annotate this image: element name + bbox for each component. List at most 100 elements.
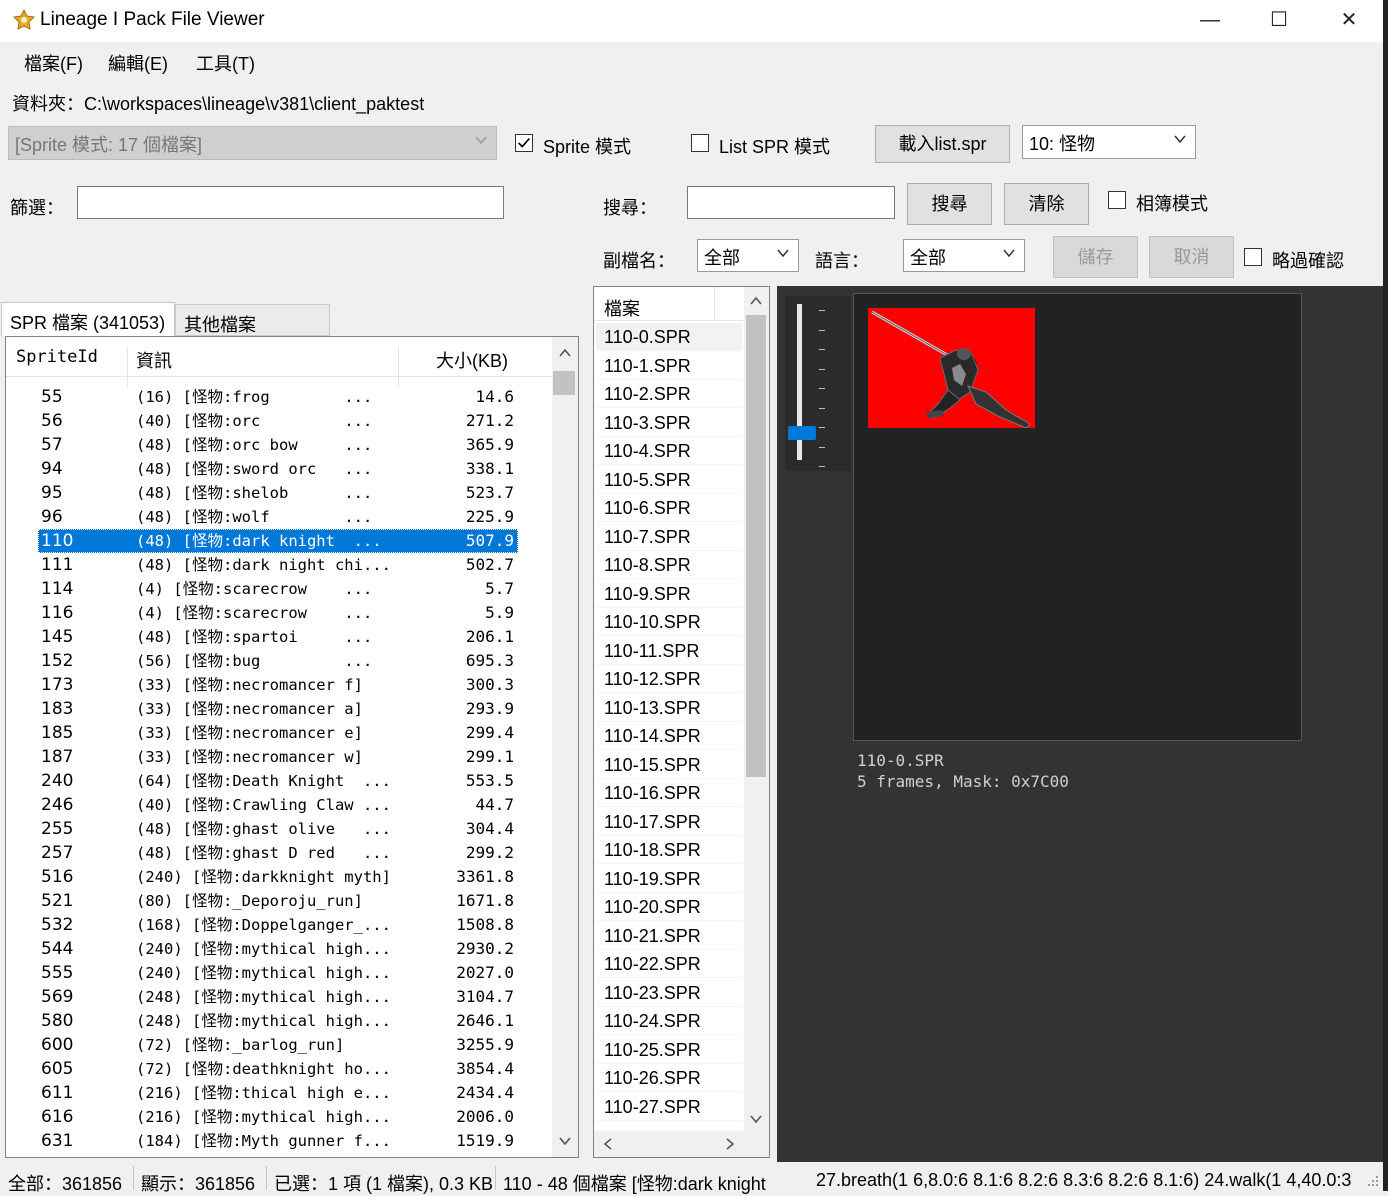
scroll-left-icon[interactable] [600,1136,616,1152]
spr-list-view[interactable]: SpriteId 資訊 大小(KB) 55 (16) [怪物:frog ... 14… [5,336,579,1158]
file-list-item[interactable]: 110-14.SPR [596,722,742,750]
scroll-down-icon[interactable] [748,1111,764,1127]
table-row[interactable]: 116 (4) [怪物:scarecrow ... 5.9 [6,601,552,625]
file-list-item[interactable]: 110-2.SPR [596,380,742,408]
table-row[interactable]: 96 (48) [怪物:wolf ... 225.9 [6,505,552,529]
file-list-item[interactable]: 110-23.SPR [596,979,742,1007]
file-list-item[interactable]: 110-6.SPR [596,494,742,522]
table-row[interactable]: 616 (216) [怪物:mythical high... 2006.0 [6,1105,552,1129]
file-list-item[interactable]: 110-22.SPR [596,950,742,978]
sprite-mode-checkbox[interactable] [515,134,533,152]
table-row[interactable]: 569 (248) [怪物:mythical high... 3104.7 [6,985,552,1009]
file-list-item[interactable]: 110-12.SPR [596,665,742,693]
table-row[interactable]: 257 (48) [怪物:ghast D red ... 299.2 [6,841,552,865]
minimize-button[interactable]: — [1175,0,1245,42]
file-list-item[interactable]: 110-10.SPR [596,608,742,636]
table-row[interactable]: 183 (33) [怪物:necromancer a] 293.9 [6,697,552,721]
file-list-item[interactable]: 110-0.SPR [596,323,742,351]
save-button[interactable]: 儲存 [1053,236,1138,278]
file-list-item[interactable]: 110-8.SPR [596,551,742,579]
album-mode-label[interactable]: 相簿模式 [1136,190,1208,216]
table-row[interactable]: 605 (72) [怪物:deathknight ho... 3854.4 [6,1057,552,1081]
file-list-item[interactable]: 110-9.SPR [596,580,742,608]
table-row[interactable]: 611 (216) [怪物:thical high e... 2434.4 [6,1081,552,1105]
column-header-file[interactable]: 檔案 [604,295,640,321]
menu-file[interactable]: 檔案(F) [24,50,83,76]
menu-edit[interactable]: 編輯(E) [108,50,168,76]
table-row[interactable]: 114 (4) [怪物:scarecrow ... 5.7 [6,577,552,601]
menu-tools[interactable]: 工具(T) [196,50,255,76]
album-mode-checkbox[interactable] [1108,191,1126,209]
list-spr-mode-label[interactable]: List SPR 模式 [719,133,830,159]
column-header-info[interactable]: 資訊 [136,347,172,373]
cancel-button[interactable]: 取消 [1149,236,1234,278]
table-row[interactable]: 246 (40) [怪物:Crawling Claw ... 44.7 [6,793,552,817]
table-row[interactable]: 111 (48) [怪物:dark night chi... 502.7 [6,553,552,577]
filter-input[interactable] [77,186,504,219]
table-row[interactable]: 55 (16) [怪物:frog ... 14.6 [6,385,552,409]
table-row[interactable]: 631 (184) [怪物:Myth gunner f... 1519.9 [6,1129,552,1153]
file-list-item[interactable]: 110-7.SPR [596,523,742,551]
skip-confirm-label[interactable]: 略過確認 [1272,247,1344,273]
file-list-item[interactable]: 110-17.SPR [596,808,742,836]
tab-other-files[interactable]: 其他檔案 (20803) [175,304,330,357]
table-row[interactable]: 145 (48) [怪物:spartoi ... 206.1 [6,625,552,649]
resize-grip-icon[interactable] [1364,1172,1380,1188]
file-list-hscrollbar[interactable] [594,1131,769,1157]
table-row[interactable]: 600 (72) [怪物:_barlog_run] 3255.9 [6,1033,552,1057]
table-row[interactable]: 516 (240) [怪物:darkknight myth] 3361.8 [6,865,552,889]
file-list-item[interactable]: 110-13.SPR [596,694,742,722]
file-list-item[interactable]: 110-20.SPR [596,893,742,921]
table-row[interactable]: 544 (240) [怪物:mythical high... 2930.2 [6,937,552,961]
tab-spr-files[interactable]: SPR 檔案 (341053) [1,302,175,336]
category-combo[interactable]: 10: 怪物 [1022,125,1196,159]
file-list-item[interactable]: 110-21.SPR [596,922,742,950]
file-list-item[interactable]: 110-26.SPR [596,1064,742,1092]
file-list-item[interactable]: 110-5.SPR [596,466,742,494]
scroll-down-icon[interactable] [557,1133,573,1149]
column-header-size[interactable]: 大小(KB) [436,347,508,373]
sprite-canvas[interactable] [853,293,1302,741]
table-row[interactable]: 173 (33) [怪物:necromancer f] 300.3 [6,673,552,697]
close-button[interactable]: ✕ [1314,0,1384,42]
file-list-scrollbar[interactable] [744,287,769,1131]
file-list-item[interactable]: 110-11.SPR [596,637,742,665]
file-list-item[interactable]: 110-16.SPR [596,779,742,807]
scroll-thumb[interactable] [746,315,766,777]
maximize-button[interactable]: ☐ [1244,0,1314,42]
scroll-right-icon[interactable] [722,1136,738,1152]
table-row[interactable]: 555 (240) [怪物:mythical high... 2027.0 [6,961,552,985]
table-row[interactable]: 56 (40) [怪物:orc ... 271.2 [6,409,552,433]
table-row[interactable]: 185 (33) [怪物:necromancer e] 299.4 [6,721,552,745]
clear-button[interactable]: 清除 [1004,183,1089,225]
scroll-up-icon[interactable] [557,345,573,361]
extension-combo[interactable]: 全部 [697,239,799,272]
file-list-item[interactable]: 110-24.SPR [596,1007,742,1035]
zoom-slider-thumb[interactable] [788,426,816,441]
skip-confirm-checkbox[interactable] [1244,248,1262,266]
language-combo[interactable]: 全部 [903,239,1025,272]
table-row[interactable]: 57 (48) [怪物:orc bow ... 365.9 [6,433,552,457]
file-list-item[interactable]: 110-3.SPR [596,409,742,437]
column-header-spriteid[interactable]: SpriteId [16,347,98,367]
sprite-mode-label[interactable]: Sprite 模式 [543,133,631,159]
file-list-item[interactable]: 110-27.SPR [596,1093,742,1121]
file-list-item[interactable]: 110-4.SPR [596,437,742,465]
table-row[interactable]: 95 (48) [怪物:shelob ... 523.7 [6,481,552,505]
table-row[interactable]: 255 (48) [怪物:ghast olive ... 304.4 [6,817,552,841]
table-row[interactable]: 240 (64) [怪物:Death Knight ... 553.5 [6,769,552,793]
table-row[interactable]: 187 (33) [怪物:necromancer w] 299.1 [6,745,552,769]
list-spr-mode-checkbox[interactable] [691,134,709,152]
search-button[interactable]: 搜尋 [907,183,992,225]
scroll-up-icon[interactable] [748,293,764,309]
table-row[interactable]: 580 (248) [怪物:mythical high... 2646.1 [6,1009,552,1033]
load-list-spr-button[interactable]: 載入list.spr [875,125,1010,163]
spr-list-scrollbar[interactable] [552,337,578,1157]
file-list-item[interactable]: 110-18.SPR [596,836,742,864]
file-list-item[interactable]: 110-25.SPR [596,1036,742,1064]
search-input[interactable] [687,186,895,219]
file-list-item[interactable]: 110-1.SPR [596,352,742,380]
table-row[interactable]: 152 (56) [怪物:bug ... 695.3 [6,649,552,673]
table-row[interactable]: 532 (168) [怪物:Doppelganger_... 1508.8 [6,913,552,937]
table-row-selected[interactable]: 110 (48) [怪物:dark knight ... 507.9 [6,529,552,553]
